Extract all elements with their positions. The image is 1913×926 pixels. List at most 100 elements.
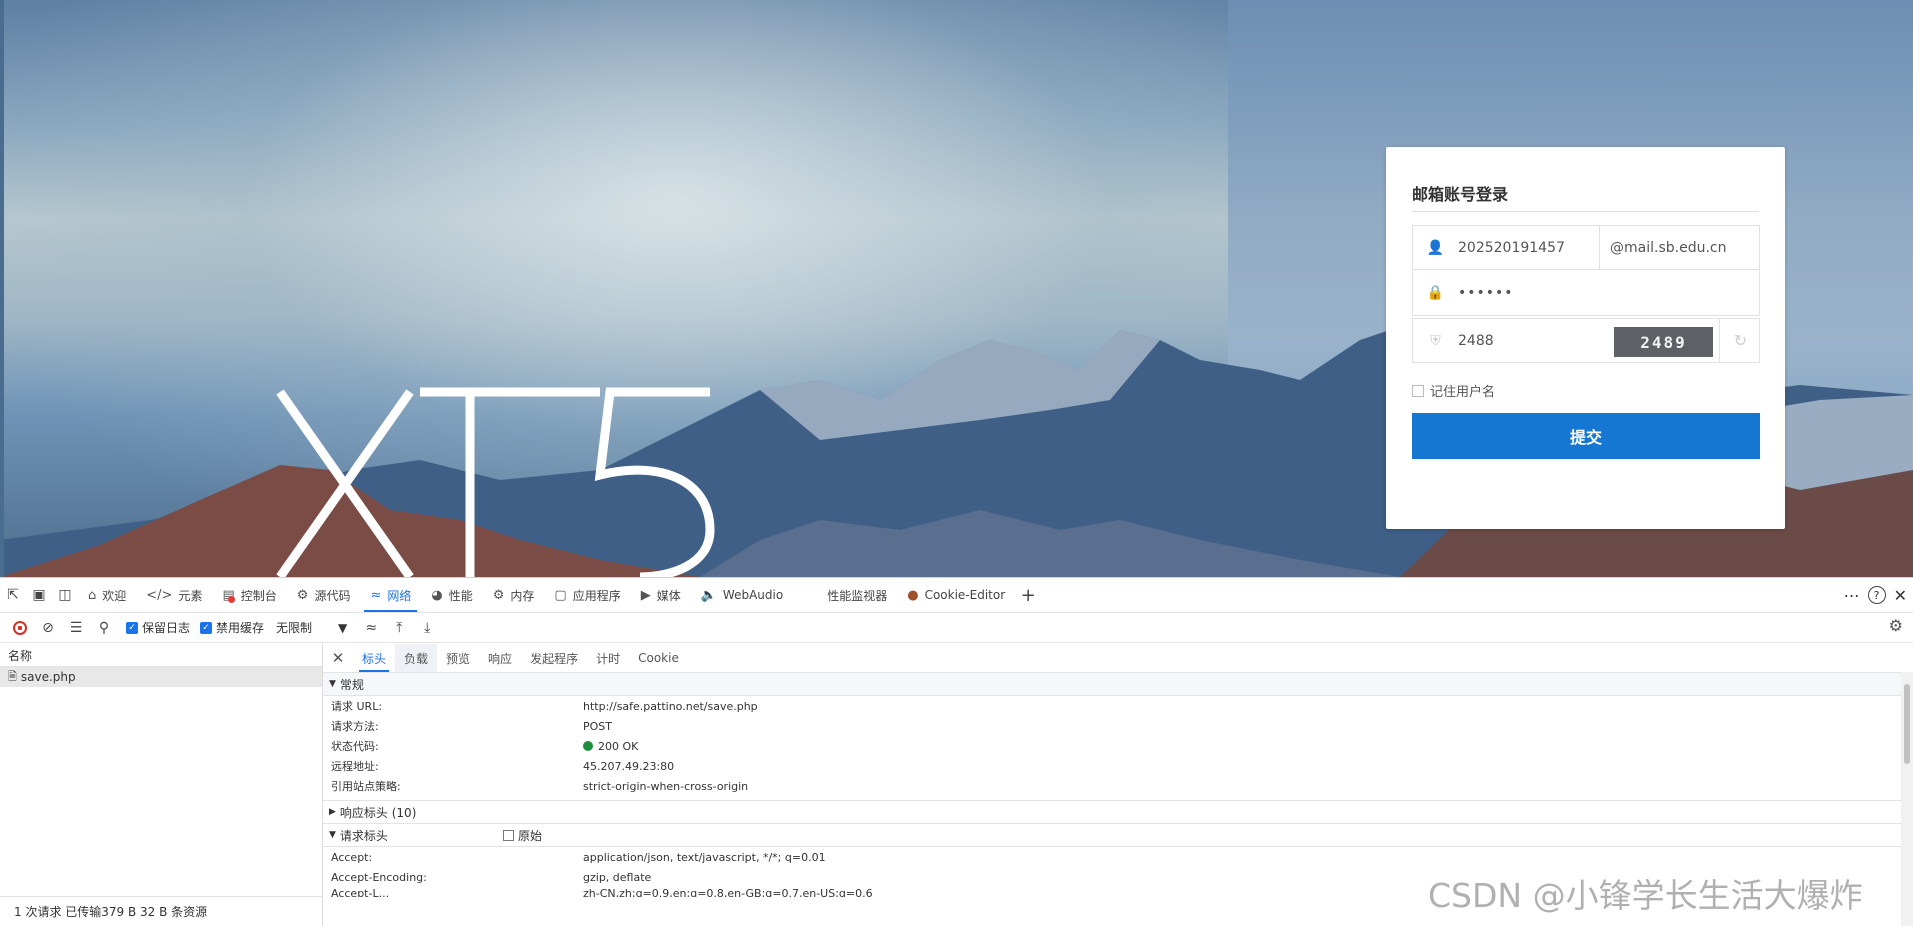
xt5-logo	[276, 387, 715, 577]
inspect-element-icon[interactable]: ⇱	[0, 582, 26, 608]
header-value: application/json, text/javascript, */*; …	[583, 850, 826, 864]
tab-elements[interactable]: </> 元素	[136, 578, 212, 612]
tab-performance[interactable]: ◕ 性能	[421, 578, 482, 612]
close-devtools-icon[interactable]: ✕	[1894, 586, 1907, 605]
filter-icon[interactable]: ☰	[64, 616, 88, 640]
tab-sources[interactable]: ⚙ 源代码	[287, 578, 361, 612]
tab-network[interactable]: ≈ 网络	[360, 578, 421, 612]
remember-checkbox[interactable]	[1412, 384, 1424, 397]
tab-initiator[interactable]: 发起程序	[521, 644, 587, 672]
password-field[interactable]: 🔒 ••••••	[1412, 271, 1760, 316]
tab-welcome[interactable]: ⌂ 欢迎	[78, 578, 136, 612]
tab-headers[interactable]: 标头	[353, 644, 395, 672]
header-value: http://safe.pattino.net/save.php	[583, 699, 758, 713]
header-value: POST	[583, 719, 612, 733]
tab-cookie-editor[interactable]: ● Cookie-Editor	[897, 578, 1015, 612]
tab-label: 内存	[510, 588, 535, 603]
username-field[interactable]: 👤 202520191457 @mail.sb.edu.cn	[1412, 225, 1760, 270]
memory-icon: ⚙	[492, 587, 505, 603]
clear-icon[interactable]: ⊘	[36, 616, 60, 640]
header-value: gzip, deflate	[583, 870, 652, 884]
tab-timing[interactable]: 计时	[587, 644, 629, 672]
submit-button[interactable]: 提交	[1412, 413, 1760, 459]
performance-icon: ◕	[431, 587, 443, 603]
bug-icon: ⚙	[296, 587, 309, 603]
header-key: 远程地址:	[331, 760, 379, 773]
tab-media[interactable]: ▶ 媒体	[631, 578, 691, 612]
header-value: 45.207.49.23:80	[583, 759, 675, 773]
general-row: 远程地址: 45.207.49.23:80	[323, 756, 1913, 776]
chevron-down-icon: ▼	[338, 620, 348, 635]
request-row[interactable]: 🗎 save.php	[0, 667, 322, 687]
search-icon[interactable]: ⚲	[92, 616, 116, 640]
tab-performance-monitor[interactable]: 性能监视器	[817, 578, 897, 612]
request-summary: 1 次请求 已传输379 B 32 B 条资源	[0, 896, 322, 926]
captcha-field[interactable]: ⛨ 2488 2489 ↻	[1412, 318, 1760, 363]
checkbox-checked-icon: ✓	[200, 621, 213, 634]
login-title: 邮箱账号登录	[1412, 185, 1509, 204]
general-section-header[interactable]: ▼ 常规	[323, 673, 1913, 696]
checkbox-checked-icon: ✓	[126, 621, 138, 634]
remember-username[interactable]: 记住用户名	[1412, 381, 1495, 400]
triangle-down-icon: ▼	[329, 679, 336, 689]
tab-label: 性能	[448, 588, 473, 603]
tab-response[interactable]: 响应	[479, 644, 521, 672]
webaudio-icon: 🔈	[700, 587, 717, 603]
detail-tabbar: ✕ 标头 负载 预览 响应 发起程序 计时 Cookie	[323, 644, 1913, 673]
raw-headers-checkbox[interactable]: 原始	[503, 827, 542, 844]
header-key: 请求 URL:	[331, 700, 383, 713]
export-har-icon[interactable]: ⤓	[415, 616, 439, 640]
tab-console[interactable]: ▤ 控制台	[212, 578, 286, 612]
throttle-value: 无限制	[276, 621, 313, 635]
general-row: 引用站点策略: strict-origin-when-cross-origin	[323, 776, 1913, 796]
header-value: zh-CN,zh;q=0.9,en;q=0.8,en-GB;q=0.7,en-U…	[583, 887, 873, 897]
devtools-tabbar: ⇱ ▣ ◫ ⌂ 欢迎 </> 元素 ▤ 控制台 ⚙ 源代码 ≈ 网络 ◕ 性能 …	[0, 578, 1913, 613]
refresh-icon[interactable]: ↻	[1719, 319, 1761, 362]
triangle-right-icon: ▶	[329, 807, 336, 817]
disable-cache-checkbox[interactable]: ✓ 禁用缓存	[200, 619, 264, 636]
request-header-row: Accept: application/json, text/javascrip…	[323, 847, 1913, 867]
tab-preview[interactable]: 预览	[437, 644, 479, 672]
header-key: 引用站点策略:	[331, 780, 401, 793]
help-icon[interactable]: ?	[1867, 586, 1886, 604]
remember-label: 记住用户名	[1430, 385, 1496, 400]
scrollbar-thumb[interactable]	[1904, 684, 1910, 764]
device-toolbar-icon[interactable]: ▣	[26, 582, 52, 608]
divider	[1412, 211, 1759, 212]
close-icon[interactable]: ✕	[323, 644, 353, 672]
dock-icon[interactable]: ◫	[52, 582, 78, 608]
tab-label: 控制台	[240, 588, 277, 603]
disable-cache-label: 禁用缓存	[216, 621, 265, 635]
network-toolbar: ⊘ ☰ ⚲ ✓ 保留日志 ✓ 禁用缓存 无限制 ▼ ≈ ⤒ ⤓ ⚙	[0, 613, 1913, 643]
preserve-log-checkbox[interactable]: ✓ 保留日志	[126, 619, 190, 636]
captcha-value[interactable]: 2488	[1458, 333, 1494, 349]
column-header-name[interactable]: 名称	[0, 644, 322, 667]
import-har-icon[interactable]: ⤒	[387, 616, 411, 640]
more-options-icon[interactable]: ⋯	[1844, 586, 1860, 605]
username-value[interactable]: 202520191457	[1458, 240, 1565, 256]
record-button[interactable]	[8, 616, 32, 640]
response-headers-section-header[interactable]: ▶ 响应标头 (10)	[323, 800, 1913, 824]
add-tab-icon[interactable]: +	[1015, 582, 1041, 608]
tab-label: 欢迎	[102, 588, 127, 603]
network-conditions-icon[interactable]: ≈	[359, 616, 383, 640]
tab-label: 媒体	[656, 588, 681, 603]
raw-label: 原始	[518, 828, 543, 843]
tab-payload[interactable]: 负载	[395, 644, 438, 672]
section-title: 响应标头 (10)	[339, 805, 417, 820]
throttle-select[interactable]: 无限制 ▼	[276, 619, 347, 636]
tab-webaudio[interactable]: 🔈 WebAudio	[691, 578, 793, 612]
tab-label: Cookie-Editor	[924, 588, 1006, 602]
general-row: 状态代码: 200 OK	[323, 736, 1913, 756]
captcha-image[interactable]: 2489	[1614, 327, 1713, 357]
tab-memory[interactable]: ⚙ 内存	[483, 578, 545, 612]
gear-icon[interactable]: ⚙	[1889, 616, 1903, 635]
tab-application[interactable]: ▢ 应用程序	[544, 578, 630, 612]
tab-cookie[interactable]: Cookie	[629, 644, 688, 672]
request-headers-section-header[interactable]: ▼ 请求标头 原始	[323, 824, 1913, 847]
header-key: Accept-Encoding:	[331, 870, 427, 884]
password-value[interactable]: ••••••	[1458, 285, 1514, 301]
detail-scrollbar[interactable]	[1901, 672, 1913, 926]
section-title: 请求标头	[339, 828, 388, 843]
media-icon: ▶	[640, 587, 651, 603]
